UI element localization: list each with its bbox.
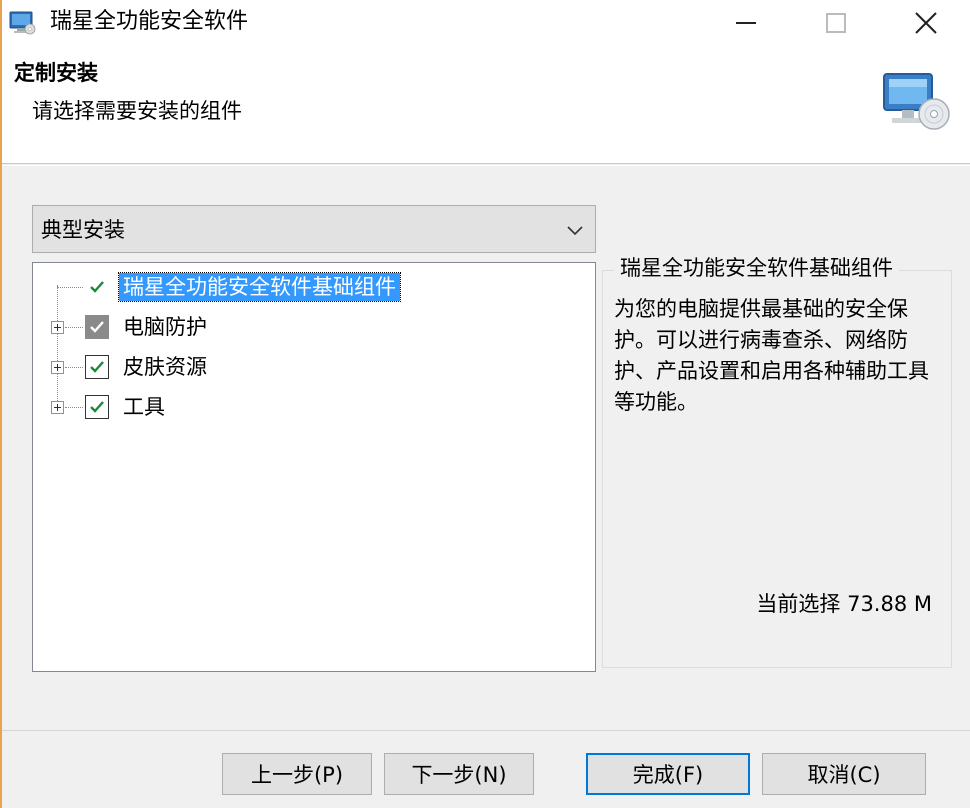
tree-item-tools[interactable]: 工具	[33, 389, 593, 425]
computer-disc-icon	[883, 73, 950, 130]
tree-item-skin-resources[interactable]: 皮肤资源	[33, 349, 593, 385]
tree-connector	[65, 367, 83, 368]
tree-item-pc-protection[interactable]: 电脑防护	[33, 309, 593, 345]
minimize-button[interactable]	[714, 0, 778, 46]
footer-divider	[2, 730, 970, 731]
checkmark-icon	[90, 281, 104, 293]
tree-connector	[57, 287, 83, 288]
app-monitor-icon	[9, 11, 36, 35]
page-header: 定制安装 请选择需要安装的组件	[2, 46, 970, 164]
tree-connector	[65, 327, 83, 328]
checkmark-icon	[90, 361, 104, 373]
tree-item-base-components[interactable]: 瑞星全功能安全软件基础组件	[33, 269, 593, 305]
checkmark-icon	[90, 321, 104, 333]
tree-connector	[65, 407, 83, 408]
chevron-down-icon	[567, 226, 583, 236]
selected-size-label: 当前选择 73.88 M	[756, 592, 932, 616]
checkbox-skin-resources[interactable]	[85, 355, 109, 379]
close-icon	[915, 12, 937, 34]
header-divider	[2, 165, 970, 166]
description-title: 瑞星全功能安全软件基础组件	[614, 254, 899, 282]
checkmark-icon	[90, 401, 104, 413]
title-bar: 瑞星全功能安全软件	[2, 0, 970, 46]
install-type-value: 典型安装	[41, 218, 125, 242]
checkbox-tools[interactable]	[85, 395, 109, 419]
checkbox-pc-protection[interactable]	[85, 315, 109, 339]
expand-icon[interactable]	[51, 401, 64, 414]
tree-label-tools[interactable]: 工具	[119, 393, 169, 421]
window-title: 瑞星全功能安全软件	[50, 9, 249, 34]
cancel-button[interactable]: 取消(C)	[762, 753, 926, 795]
maximize-button[interactable]	[804, 0, 868, 46]
maximize-icon	[826, 13, 846, 33]
install-type-dropdown[interactable]: 典型安装	[32, 205, 596, 253]
expand-icon[interactable]	[51, 321, 64, 334]
tree-label-base-components[interactable]: 瑞星全功能安全软件基础组件	[118, 272, 401, 302]
page-title: 定制安装	[14, 61, 98, 85]
page-subtitle: 请选择需要安装的组件	[32, 99, 242, 123]
finish-button[interactable]: 完成(F)	[586, 753, 750, 795]
close-button[interactable]	[894, 0, 958, 46]
expand-icon[interactable]	[51, 361, 64, 374]
checkbox-base-components[interactable]	[85, 275, 109, 299]
installer-window: 瑞星全功能安全软件 定制安装 请选择需要安装的组件 典型安装 瑞星全功能安全软件…	[0, 0, 970, 808]
component-tree[interactable]: 瑞星全功能安全软件基础组件 电脑防护 皮肤资源 工具	[32, 262, 596, 672]
minimize-icon	[736, 22, 756, 24]
description-text: 为您的电脑提供最基础的安全保护。可以进行病毒查杀、网络防护、产品设置和启用各种辅…	[614, 297, 929, 414]
back-button[interactable]: 上一步(P)	[222, 753, 372, 795]
tree-label-pc-protection[interactable]: 电脑防护	[119, 313, 211, 341]
tree-label-skin-resources[interactable]: 皮肤资源	[119, 353, 211, 381]
next-button[interactable]: 下一步(N)	[384, 753, 534, 795]
